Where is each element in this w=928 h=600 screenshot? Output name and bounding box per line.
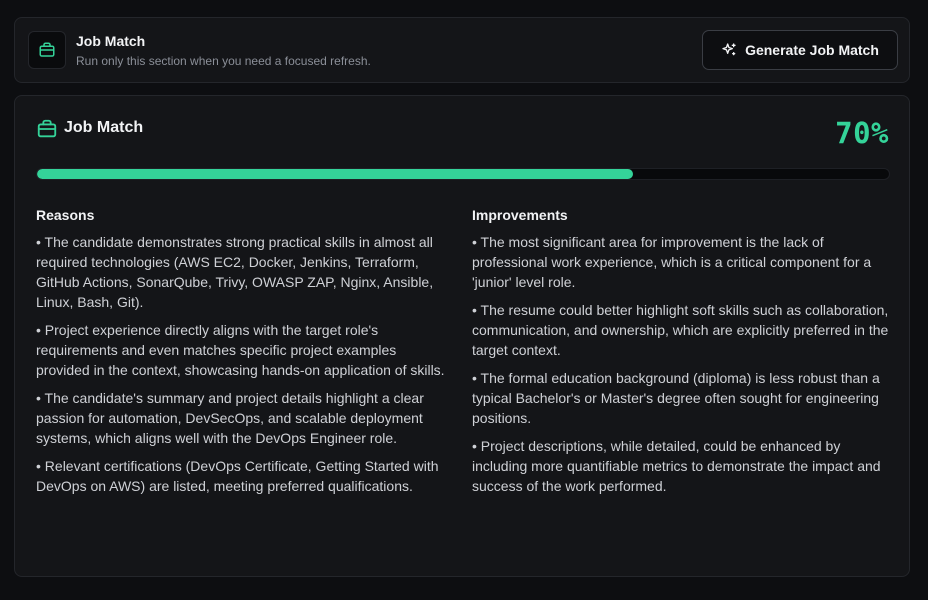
- reason-item: • Project experience directly aligns wit…: [36, 322, 445, 378]
- reasons-section: Reasons • The candidate demonstrates str…: [36, 206, 450, 504]
- section-subtitle: Run only this section when you need a fo…: [76, 54, 371, 68]
- sparkles-icon: [722, 43, 736, 56]
- job-match-card: Job Match 70% Reasons • The candidate de…: [14, 95, 910, 577]
- reason-item: • The candidate demonstrates strong prac…: [36, 234, 434, 310]
- match-score: 70%: [835, 116, 889, 150]
- section-header: Job Match Run only this section when you…: [14, 17, 910, 83]
- briefcase-icon: [37, 119, 57, 138]
- improvement-item: • The formal education background (diplo…: [472, 370, 880, 426]
- reason-item: • Relevant certifications (DevOps Certif…: [36, 458, 439, 494]
- section-title: Job Match: [76, 33, 146, 49]
- reason-item: • The candidate's summary and project de…: [36, 390, 424, 446]
- card-title: Job Match: [64, 119, 144, 136]
- match-progress-bar: [36, 168, 890, 180]
- briefcase-icon: [39, 42, 55, 57]
- improvement-item: • Project descriptions, while detailed, …: [472, 438, 881, 494]
- generate-job-match-button[interactable]: Generate Job Match: [702, 30, 898, 70]
- improvement-item: • The resume could better highlight soft…: [472, 302, 889, 358]
- match-progress-fill: [37, 169, 634, 179]
- improvements-heading: Improvements: [472, 207, 568, 223]
- improvement-item: • The most significant area for improvem…: [472, 234, 872, 290]
- reasons-heading: Reasons: [36, 207, 95, 223]
- improvements-section: Improvements • The most significant area…: [472, 206, 892, 504]
- header-icon-box: [28, 31, 66, 69]
- generate-button-label: Generate Job Match: [745, 42, 879, 58]
